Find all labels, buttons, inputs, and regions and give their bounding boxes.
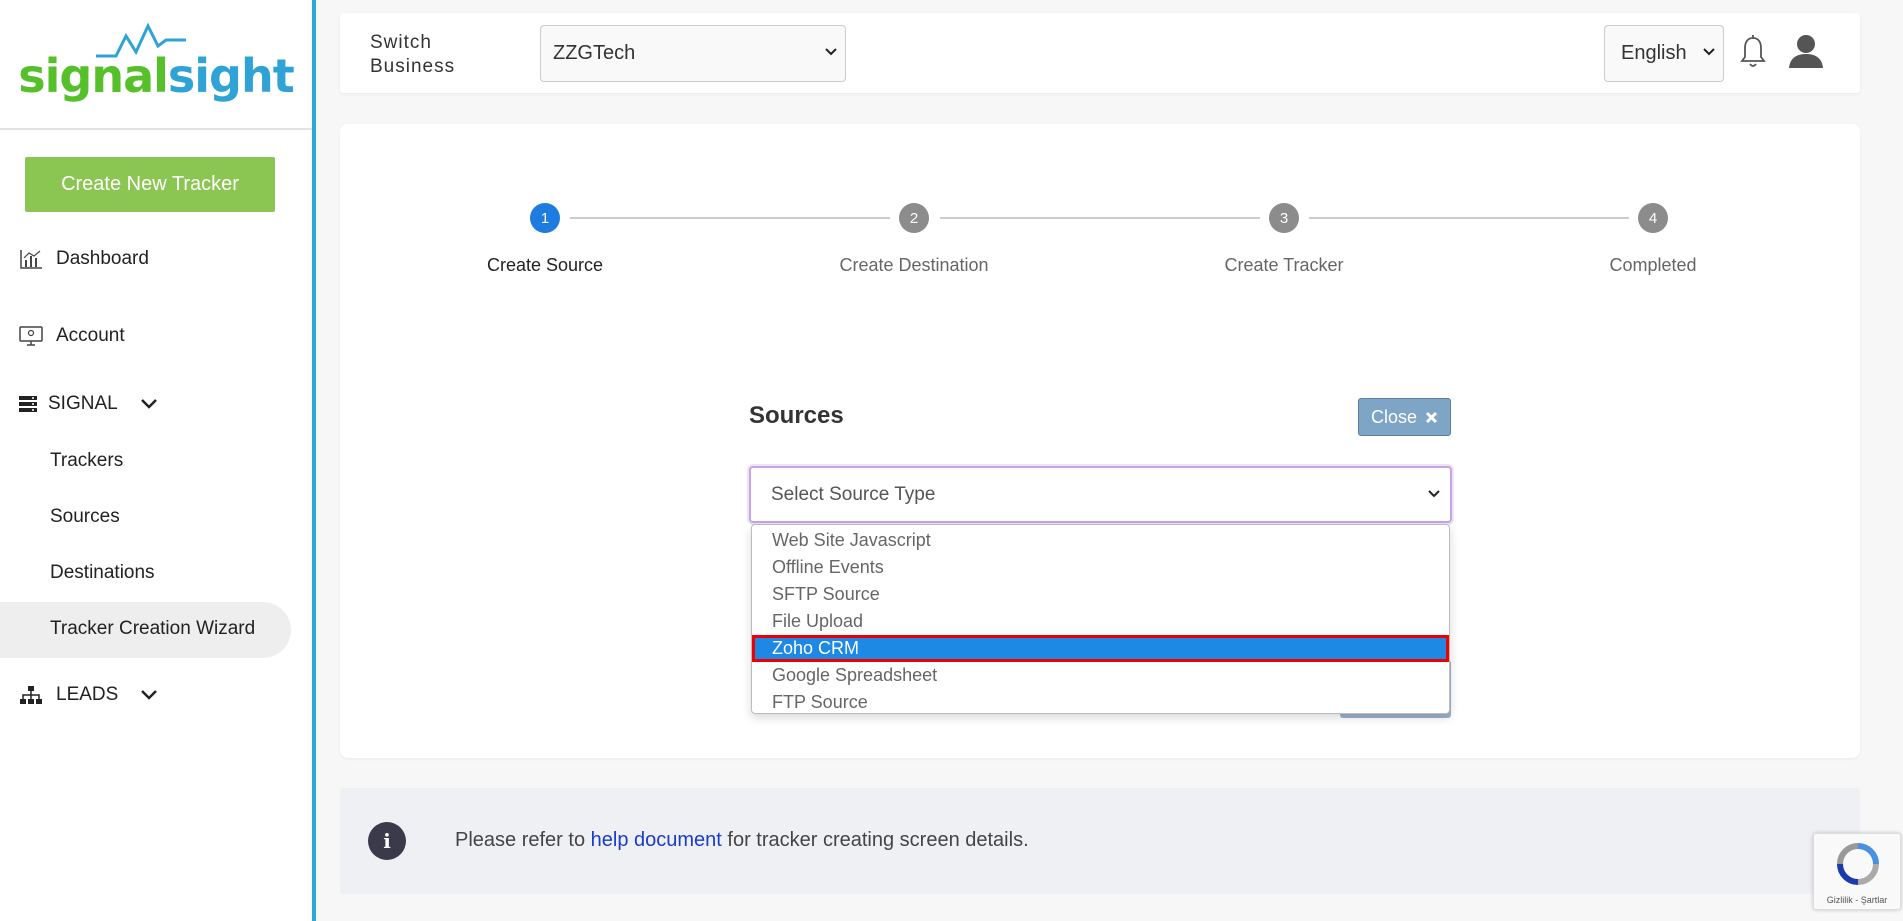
chevron-down-icon[interactable] [140,394,158,415]
sidebar-item-tracker-creation-wizard[interactable]: Tracker Creation Wizard [50,618,255,640]
sidebar-item-label: LEADS [56,684,119,705]
sidebar-item-label: Dashboard [56,248,149,269]
sources-title: Sources [749,402,844,429]
sidebar-item-leads[interactable]: LEADS [18,684,158,706]
info-icon: i [368,822,406,860]
close-icon [1425,411,1438,424]
source-type-select[interactable]: Select Source Type [749,466,1452,523]
logo[interactable]: signalsight [0,0,312,130]
sidebar-item-trackers[interactable]: Trackers [50,450,123,472]
sitemap-icon [18,684,44,706]
sidebar-item-label: Account [56,325,125,346]
chart-icon [18,248,44,270]
sidebar-item-dashboard[interactable]: Dashboard [18,248,149,270]
business-select[interactable]: ZZGTech [540,25,846,82]
chevron-down-icon[interactable] [140,685,158,706]
switch-business-label: Switch Business [370,32,456,77]
logo-signal: signal [18,49,169,103]
dropdown-option[interactable]: File Upload [752,608,1449,635]
step-1-label: Create Source [486,255,604,275]
sidebar-item-account[interactable]: Account [18,325,125,347]
close-button[interactable]: Close [1358,398,1451,436]
dropdown-option[interactable]: Google Spreadsheet [752,662,1449,689]
sidebar-item-destinations[interactable]: Destinations [50,562,155,584]
bell-icon[interactable] [1740,35,1766,74]
logo-sight: sight [167,49,295,103]
create-new-tracker-button[interactable]: Create New Tracker [25,157,275,212]
help-document-link[interactable]: help document [591,829,722,851]
help-info-bar: i Please refer to help document for trac… [340,788,1860,894]
step-4-label: Completed [1609,255,1697,275]
stepper-connector [1309,217,1629,219]
dropdown-option[interactable]: SFTP Source [752,581,1449,608]
dropdown-option[interactable]: FTP Source [752,689,1449,716]
step-2-label: Create Destination [839,255,989,275]
sidebar: signalsight Create New Tracker Dashboard… [0,0,316,921]
sidebar-item-sources[interactable]: Sources [50,506,120,528]
source-type-dropdown: Web Site Javascript Offline Events SFTP … [751,524,1450,714]
stepper-connector [940,217,1260,219]
top-bar: Switch Business ZZGTech English [340,13,1860,93]
step-3-circle: 3 [1269,203,1299,233]
chevron-down-icon [1428,486,1440,502]
step-2-circle: 2 [899,203,929,233]
sidebar-item-signal[interactable]: SIGNAL [18,393,158,415]
user-avatar-icon[interactable] [1788,33,1824,74]
step-1-circle: 1 [530,203,560,233]
sidebar-item-label: SIGNAL [48,393,118,414]
chevron-down-icon [1703,44,1715,60]
recaptcha-badge[interactable]: Gizlilik - Şartlar [1813,833,1901,910]
stepper-connector [570,217,890,219]
step-3-label: Create Tracker [1224,255,1344,275]
chevron-down-icon [825,44,837,60]
dropdown-option[interactable]: Web Site Javascript [752,527,1449,554]
recaptcha-icon [1837,843,1879,885]
step-4-circle: 4 [1638,203,1668,233]
dropdown-option[interactable]: Offline Events [752,554,1449,581]
monitor-icon [18,325,44,347]
recaptcha-terms[interactable]: Gizlilik - Şartlar [1814,895,1900,905]
dropdown-option-selected[interactable]: Zoho CRM [752,635,1449,662]
server-icon [18,393,38,415]
language-select[interactable]: English [1604,25,1724,82]
help-text: Please refer to help document for tracke… [455,829,1029,851]
